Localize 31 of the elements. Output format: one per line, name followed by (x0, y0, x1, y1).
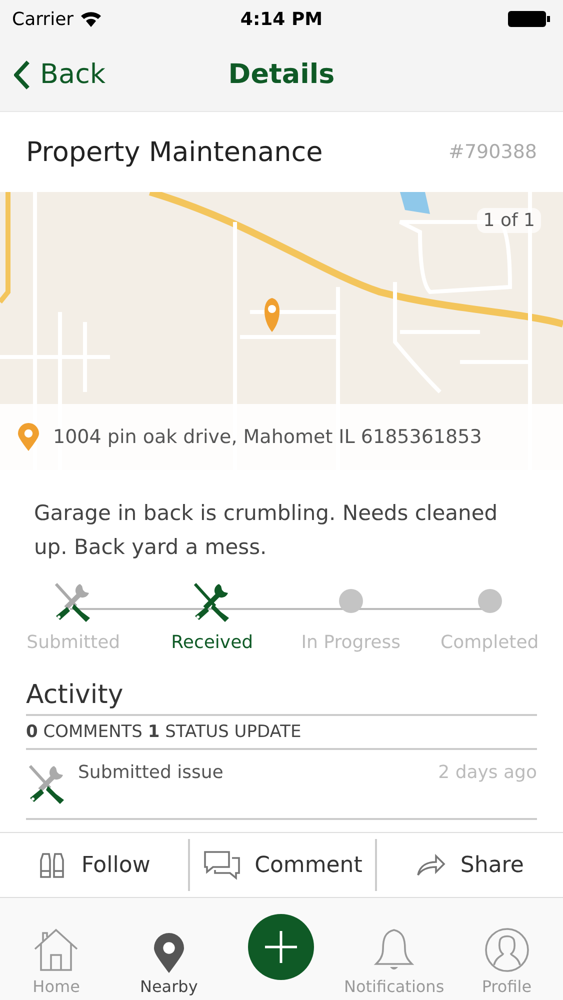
tab-bar-item[interactable]: Nearby (112, 933, 226, 996)
step-label: Received (171, 632, 254, 653)
location-pin-icon (18, 423, 39, 451)
screen-title: Details (228, 59, 335, 90)
follow-button[interactable]: Follow (0, 839, 188, 891)
address-text: 1004 pin oak drive, Mahomet IL 6185361853 (53, 426, 482, 448)
comment-icon (202, 850, 241, 880)
issue-title: Property Maintenance (26, 136, 323, 168)
activity-time: 2 days ago (438, 762, 537, 783)
chevron-left-icon (14, 60, 30, 90)
step-label: In Progress (301, 632, 400, 653)
map-pager: 1 of 1 (477, 208, 541, 233)
comment-button[interactable]: Comment (188, 839, 376, 891)
location-pin-icon (154, 933, 184, 973)
home-icon (33, 927, 80, 973)
wifi-icon (80, 11, 102, 27)
issue-number: #790388 (448, 141, 537, 163)
issue-description: Garage in back is crumbling. Needs cleaned up. Back yard a mess. (33, 500, 499, 561)
share-icon (416, 853, 446, 877)
activity-text: Submitted issue (78, 762, 224, 783)
carrier-label: Carrier (12, 8, 74, 30)
share-button[interactable]: Share (375, 839, 563, 891)
profile-icon (484, 927, 530, 973)
step-label: Submitted (26, 632, 120, 653)
plus-icon (263, 929, 300, 965)
back-button[interactable]: Back (0, 59, 120, 90)
activity-heading: Activity (26, 680, 537, 716)
clock-time: 4:14 PM (240, 8, 323, 30)
battery-icon (507, 10, 551, 28)
step-label: Completed (440, 632, 539, 653)
activity-counts: 0 COMMENTS 1 STATUS UPDATE (26, 716, 537, 750)
